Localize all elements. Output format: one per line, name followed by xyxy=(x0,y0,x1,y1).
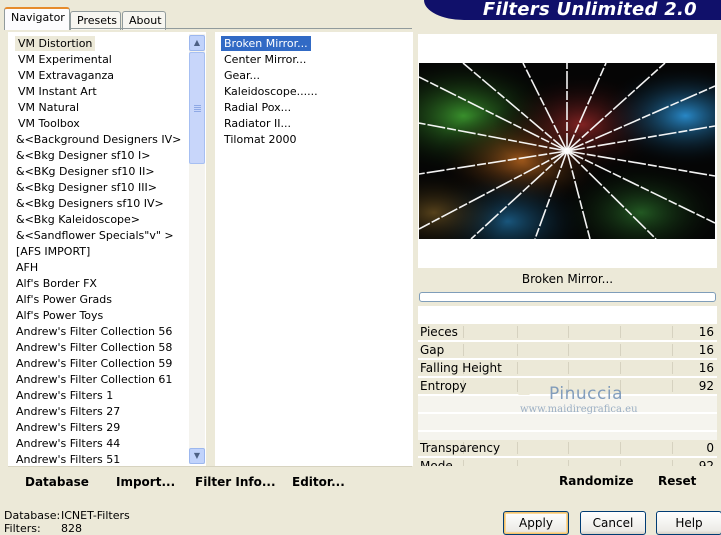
param-label: Falling Height xyxy=(420,361,502,375)
param-slider-row[interactable]: Pieces 16 xyxy=(418,324,717,341)
scroll-down-button[interactable]: ▼ xyxy=(189,448,205,464)
param-label: Pieces xyxy=(420,325,458,339)
scroll-up-button[interactable]: ▲ xyxy=(189,35,205,51)
cancel-button[interactable]: Cancel xyxy=(580,511,646,535)
preview-filter-name-bar: Broken Mirror... xyxy=(418,268,717,290)
param-value: 16 xyxy=(698,343,714,357)
param-slider-row[interactable]: Gap 16 xyxy=(418,342,717,359)
filter-info-button[interactable]: Filter Info... xyxy=(195,475,276,489)
tab-navigator[interactable]: Navigator xyxy=(4,7,70,30)
filter-item[interactable]: Broken Mirror... xyxy=(221,36,311,51)
help-button[interactable]: Help xyxy=(656,511,721,535)
left-button-bar: Database Import... Filter Info... Editor… xyxy=(8,466,412,492)
category-item[interactable]: &<Bkg Designers sf10 IV> xyxy=(13,196,167,211)
filter-item[interactable]: Center Mirror... xyxy=(221,52,309,67)
filter-item[interactable]: Radial Pox... xyxy=(221,100,294,115)
category-item[interactable]: VM Extravaganza xyxy=(15,68,117,83)
status-area: Database:ICNET-Filters Filters: 828 xyxy=(4,509,130,535)
filters-count: 828 xyxy=(61,522,82,535)
category-item[interactable]: Andrew's Filter Collection 56 xyxy=(13,324,175,339)
param-empty-row xyxy=(418,414,717,431)
param-label: Entropy xyxy=(420,379,467,393)
reset-button[interactable]: Reset xyxy=(658,474,696,488)
param-value: 92 xyxy=(698,379,714,393)
category-item[interactable]: VM Instant Art xyxy=(15,84,100,99)
category-item[interactable]: Alf's Power Grads xyxy=(13,292,115,307)
category-scrollbar[interactable]: ▲ ▼ xyxy=(189,34,205,464)
watermark-name: Pinuccia xyxy=(549,384,623,404)
randomize-button[interactable]: Randomize xyxy=(559,474,633,488)
preview-filter-name: Broken Mirror... xyxy=(521,272,614,286)
category-item[interactable]: [AFS IMPORT] xyxy=(13,244,93,259)
category-item[interactable]: &<BKg Designer sf10 II> xyxy=(13,164,158,179)
database-value: ICNET-Filters xyxy=(61,509,130,522)
category-item[interactable]: VM Distortion xyxy=(15,36,96,51)
category-item[interactable]: Andrew's Filters 51 xyxy=(13,452,123,467)
param-value: 16 xyxy=(698,325,714,339)
category-item[interactable]: VM Experimental xyxy=(15,52,115,67)
param-slider-row[interactable]: Transparency 0 xyxy=(418,440,717,457)
filter-item[interactable]: Kaleidoscope...... xyxy=(221,84,321,99)
param-label: Transparency xyxy=(420,441,501,455)
filter-item[interactable]: Gear... xyxy=(221,68,263,83)
category-item[interactable]: Andrew's Filter Collection 61 xyxy=(13,372,175,387)
filter-item[interactable]: Tilomat 2000 xyxy=(221,132,299,147)
preview-image xyxy=(419,63,715,239)
title-banner: Filters Unlimited 2.0 xyxy=(424,0,721,20)
tab-bar: Navigator Presets About xyxy=(4,7,184,30)
slider-marker-icon xyxy=(518,458,530,465)
param-label: Gap xyxy=(420,343,445,357)
banner-title: Filters Unlimited 2.0 xyxy=(482,0,697,20)
category-item[interactable]: &<Background Designers IV> xyxy=(13,132,184,147)
category-item[interactable]: Andrew's Filter Collection 58 xyxy=(13,340,175,355)
watermark-url: www.maidiregrafica.eu xyxy=(520,404,638,415)
import-button[interactable]: Import... xyxy=(116,475,175,489)
slider-marker-icon xyxy=(518,388,530,395)
right-button-bar: Randomize Reset xyxy=(418,466,717,492)
category-item[interactable]: &<Sandflower Specials"v" > xyxy=(13,228,177,243)
editor-button[interactable]: Editor... xyxy=(292,475,345,489)
category-item[interactable]: AFH xyxy=(13,260,41,275)
filter-item[interactable]: Radiator II... xyxy=(221,116,294,131)
category-item[interactable]: Andrew's Filter Collection 59 xyxy=(13,356,175,371)
apply-button[interactable]: Apply xyxy=(503,511,569,535)
category-item[interactable]: &<Bkg Kaleidoscope> xyxy=(13,212,143,227)
param-value: 0 xyxy=(706,441,714,455)
category-item[interactable]: VM Natural xyxy=(15,100,82,115)
category-item[interactable]: &<Bkg Designer sf10 I> xyxy=(13,148,154,163)
category-list[interactable]: VM Distortion VM Experimental VM Extravaga… xyxy=(8,32,206,466)
filter-list[interactable]: Broken Mirror... Center Mirror... Gear... K… xyxy=(215,32,413,466)
category-item[interactable]: Andrew's Filters 27 xyxy=(13,404,123,419)
database-button[interactable]: Database xyxy=(25,475,89,489)
category-item[interactable]: Andrew's Filters 29 xyxy=(13,420,123,435)
progress-bar xyxy=(419,292,716,302)
param-value: 16 xyxy=(698,361,714,375)
category-item[interactable]: Andrew's Filters 44 xyxy=(13,436,123,451)
category-item[interactable]: Alf's Border FX xyxy=(13,276,100,291)
category-item[interactable]: Andrew's Filters 1 xyxy=(13,388,116,403)
category-item[interactable]: VM Toolbox xyxy=(15,116,83,131)
param-slider-row[interactable]: Falling Height 16 xyxy=(418,360,717,377)
category-item[interactable]: &<Bkg Designer sf10 III> xyxy=(13,180,160,195)
database-label: Database: xyxy=(4,509,61,522)
category-item[interactable]: Alf's Power Toys xyxy=(13,308,106,323)
scroll-thumb[interactable] xyxy=(189,52,205,164)
filters-label: Filters: xyxy=(4,522,41,535)
